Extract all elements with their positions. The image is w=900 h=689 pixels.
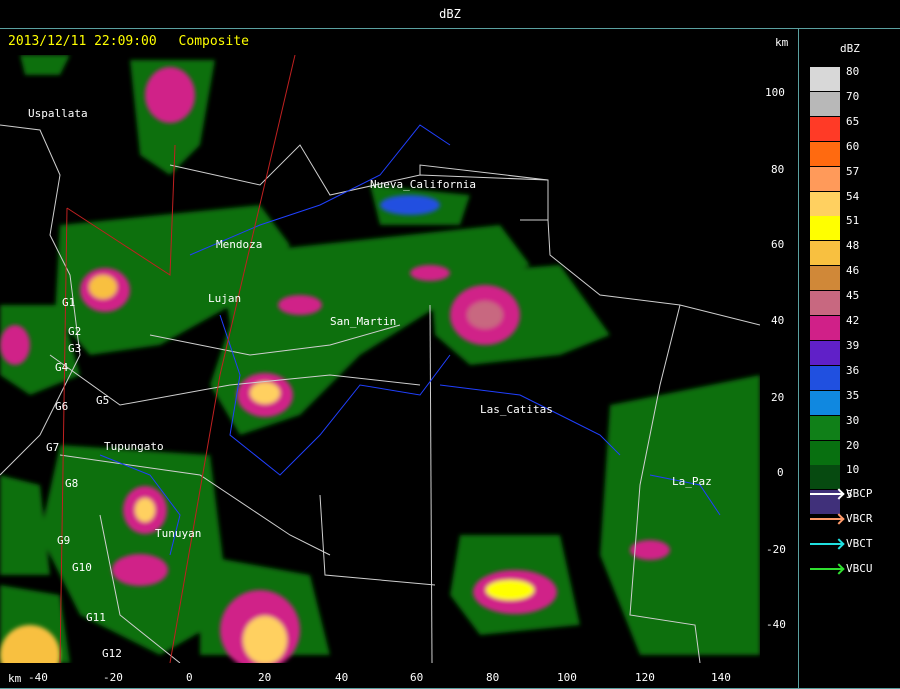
legend-label: 10 [846, 463, 860, 477]
legend-label: 45 [846, 289, 860, 303]
y-tick: 20 [771, 391, 785, 404]
legend-swatch [810, 440, 840, 465]
legend-label: 57 [846, 164, 860, 178]
title-divider [0, 28, 900, 29]
legend-label: 54 [846, 189, 860, 203]
gauge-label: G5 [96, 394, 110, 407]
y-tick: 40 [771, 314, 785, 327]
x-tick: 20 [258, 671, 272, 684]
legend-vector-line [810, 493, 842, 495]
legend-swatch [810, 91, 840, 116]
legend-swatch [810, 191, 840, 216]
gauge-label: G11 [86, 611, 106, 624]
legend-label: 70 [846, 89, 860, 103]
legend-vector-line [810, 568, 842, 570]
legend-title: dBZ [840, 42, 860, 55]
legend-swatch [810, 266, 840, 291]
legend-swatch [810, 166, 840, 191]
legend-swatch [810, 415, 840, 440]
legend-label: 48 [846, 239, 860, 253]
place-label: San_Martin [330, 315, 397, 328]
legend-swatch [810, 340, 840, 365]
legend-label: 60 [846, 139, 860, 153]
y-tick: -40 [766, 618, 786, 631]
legend-label: 65 [846, 114, 860, 128]
gauge-label: G1 [62, 296, 76, 309]
place-label: Mendoza [216, 238, 263, 251]
product-name: Composite [178, 34, 249, 49]
timestamp: 2013/12/11 22:09:00 [8, 34, 157, 49]
place-label: Lujan [208, 292, 242, 305]
gauge-label: G6 [55, 400, 69, 413]
y-tick: 60 [771, 238, 785, 251]
legend-swatch [810, 365, 840, 390]
gauge-label: G9 [57, 534, 71, 547]
legend-label: 30 [846, 413, 860, 427]
legend-swatch [810, 67, 840, 91]
x-tick: 40 [335, 671, 349, 684]
legend-vector-label: VBCP [846, 487, 873, 500]
legend-swatch [810, 116, 840, 141]
place-label: Tunuyan [155, 527, 202, 540]
timestamp-bar: 2013/12/11 22:09:00 Composite [8, 34, 263, 49]
product-title: dBZ [439, 7, 461, 21]
legend-swatch [810, 291, 840, 316]
legend-label: 51 [846, 214, 860, 228]
y-tick: 80 [771, 163, 785, 176]
radar-map[interactable] [0, 55, 760, 663]
x-tick: 80 [486, 671, 500, 684]
legend-swatch [810, 216, 840, 241]
gauge-label: G7 [46, 441, 60, 454]
legend-label: 35 [846, 388, 860, 402]
legend-swatch [810, 465, 840, 490]
x-tick: -40 [28, 671, 48, 684]
place-label: Tupungato [104, 440, 164, 453]
legend-vector-label: VBCR [846, 512, 873, 525]
legend-vector-label: VBCU [846, 562, 873, 575]
y-tick: -20 [766, 543, 786, 556]
legend-vector-line [810, 518, 842, 520]
y-tick: 0 [777, 466, 784, 479]
gauge-label: G12 [102, 647, 122, 660]
legend-vector-line [810, 543, 842, 545]
legend-label: 42 [846, 314, 860, 327]
legend-label: 46 [846, 264, 860, 278]
legend-swatch [810, 141, 840, 166]
x-tick: 0 [186, 671, 193, 684]
x-tick: 120 [635, 671, 655, 684]
gauge-label: G2 [68, 325, 82, 338]
x-tick: 60 [410, 671, 424, 684]
y-tick: 100 [765, 86, 785, 99]
legend-swatch [810, 316, 840, 340]
legend-label: 20 [846, 438, 860, 452]
x-axis-unit: km [8, 672, 22, 685]
place-label: La_Paz [672, 475, 712, 488]
legend-vector-label: VBCT [846, 537, 873, 550]
place-label: Uspallata [28, 107, 88, 120]
gauge-label: G3 [68, 342, 82, 355]
gauge-label: G10 [72, 561, 92, 574]
legend-swatch [810, 390, 840, 415]
gauge-label: G4 [55, 361, 69, 374]
legend-swatch [810, 241, 840, 266]
legend-label: 39 [846, 338, 860, 352]
x-tick: -20 [103, 671, 123, 684]
x-tick: 100 [557, 671, 577, 684]
gauge-label: G8 [65, 477, 79, 490]
place-label: Nueva_California [370, 178, 476, 191]
legend-label: 80 [846, 65, 860, 78]
x-tick: 140 [711, 671, 731, 684]
place-label: Las_Catitas [480, 403, 553, 416]
legend-divider [798, 28, 799, 689]
legend-label: 36 [846, 363, 860, 377]
y-axis-unit: km [775, 36, 789, 49]
